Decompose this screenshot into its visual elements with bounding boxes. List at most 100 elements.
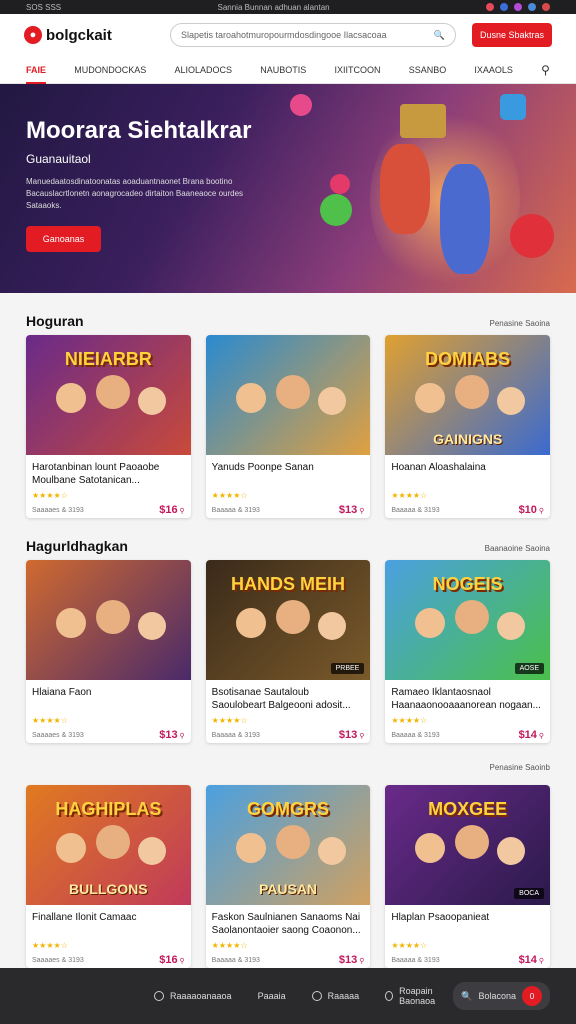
- cart-icon[interactable]: ⚲: [359, 958, 364, 965]
- card-body: Ramaeo Iklantaosnaol Haanaaonooaaanorean…: [385, 680, 550, 743]
- cart-icon[interactable]: ⚲: [180, 958, 185, 965]
- hero-title: Moorara Siehtalkrar: [26, 117, 252, 144]
- cart-icon[interactable]: ⚲: [539, 733, 544, 740]
- thumbnail-art: [497, 837, 526, 865]
- cart-icon[interactable]: ⚲: [359, 508, 364, 515]
- search-input[interactable]: Slapetis taroahotmuropourmdosdingooe Ila…: [170, 23, 456, 47]
- thumbnail-art: [138, 837, 166, 865]
- chat-button[interactable]: 🔍 Bolacona 0: [453, 982, 550, 1010]
- social-icon[interactable]: [485, 3, 494, 11]
- hero-art: [440, 164, 490, 274]
- card-thumbnail[interactable]: [205, 335, 371, 455]
- card-thumbnail[interactable]: NIEIARBR: [26, 335, 191, 455]
- nav-item[interactable]: NAUBOTIS: [260, 65, 306, 75]
- card-title[interactable]: Harotanbinan lount Paoaobe Moulbane Sato…: [32, 461, 185, 489]
- thumbnail-art: [96, 375, 130, 409]
- card-meta: Saaaaes & 3193 $16 ⚲: [32, 954, 185, 966]
- footer-item[interactable]: Paaaia: [258, 986, 286, 1006]
- nav-item[interactable]: ALIOLADOCS: [174, 65, 232, 75]
- thumbnail-art: [96, 600, 130, 634]
- card-price-group: $13 ⚲: [339, 954, 364, 966]
- cart-icon[interactable]: ⚲: [180, 733, 185, 740]
- card-price: $16: [159, 504, 178, 516]
- hero-text: Moorara Siehtalkrar Guanauitaol Manuedaa…: [26, 117, 266, 253]
- product-card[interactable]: HANDS MEIH PRBEE Bsotisanae Sautaloub Sa…: [205, 560, 371, 743]
- product-card[interactable]: NOGEIS AOSE Ramaeo Iklantaosnaol Haanaao…: [385, 560, 551, 743]
- search-icon[interactable]: ⚲: [541, 63, 550, 77]
- card-thumbnail[interactable]: GOMGRS PAUSAN: [205, 785, 371, 905]
- chat-label: Bolacona: [478, 991, 516, 1001]
- thumbnail-title: NOGEIS: [432, 574, 503, 594]
- card-title[interactable]: Hlaplan Psaoopanieat: [391, 911, 544, 939]
- product-card[interactable]: NIEIARBR Harotanbinan lount Paoaobe Moul…: [26, 335, 191, 518]
- card-thumbnail[interactable]: [26, 560, 191, 680]
- social-icon[interactable]: [527, 3, 536, 11]
- nav-item[interactable]: MUDONDOCKAS: [74, 65, 146, 75]
- card-title[interactable]: Bsotisanae Sautaloub Saoulobeart Balgeoo…: [212, 686, 365, 714]
- cart-icon[interactable]: ⚲: [539, 958, 544, 965]
- product-card[interactable]: Yanuds Poonpe Sanan ★★★★☆ Baaaaa & 3193 …: [205, 335, 371, 518]
- card-thumbnail[interactable]: NOGEIS AOSE: [385, 560, 551, 680]
- card-thumbnail[interactable]: HAGHIPLAS BULLGONS: [26, 785, 191, 905]
- thumbnail-art: [235, 383, 266, 413]
- product-card[interactable]: DOMIABS GAINIGNS Hoanan Aloashalaina ★★★…: [385, 335, 551, 518]
- card-price-group: $13 ⚲: [339, 729, 364, 741]
- footer-item[interactable]: Raaaaa: [311, 986, 359, 1006]
- hero-art: [330, 174, 350, 194]
- rating-stars: ★★★★☆: [391, 716, 428, 725]
- social-icon[interactable]: [541, 3, 550, 11]
- card-price: $14: [518, 954, 537, 966]
- social-icon[interactable]: [499, 3, 508, 11]
- card-title[interactable]: Finallane Ilonit Camaac: [32, 911, 185, 939]
- section-see-all-link[interactable]: Baanaoine Saoina: [485, 544, 550, 553]
- product-card[interactable]: MOXGEE BOCA Hlaplan Psaoopanieat ★★★★☆ B…: [385, 785, 551, 968]
- card-title[interactable]: Hoanan Aloashalaina: [391, 461, 544, 489]
- card-body: Hlaiana Faon ★★★★☆ Saaaaes & 3193 $13 ⚲: [26, 680, 191, 743]
- hero-button[interactable]: Ganoanas: [26, 226, 101, 253]
- thumbnail-art: [415, 383, 446, 413]
- card-body: Hlaplan Psaoopanieat ★★★★☆ Baaaaa & 3193…: [385, 905, 550, 968]
- section-see-all-link[interactable]: Penasine Saoina: [490, 319, 551, 328]
- card-title[interactable]: Ramaeo Iklantaosnaol Haanaaonooaaanorean…: [391, 686, 544, 714]
- thumbnail-title: HAGHIPLAS: [55, 799, 162, 819]
- rating-stars: ★★★★☆: [391, 491, 428, 500]
- social-icon[interactable]: [513, 3, 522, 11]
- card-thumbnail[interactable]: HANDS MEIH PRBEE: [205, 560, 371, 680]
- card-title[interactable]: Faskon Saulnianen Sanaoms Nai Saolanonta…: [212, 911, 365, 939]
- nav-item[interactable]: FAIE: [26, 65, 47, 84]
- footer-item[interactable]: Raaaaoanaaoa: [154, 986, 232, 1006]
- thumbnail-badge: AOSE: [514, 663, 545, 674]
- card-price: $13: [338, 504, 358, 516]
- nav-item[interactable]: IXAAOLS: [474, 65, 513, 75]
- nav-item[interactable]: IXIITCOON: [334, 65, 380, 75]
- card-price-group: $13 ⚲: [159, 729, 184, 741]
- thumbnail-art: [275, 600, 310, 634]
- hero-art: [290, 94, 312, 116]
- card-thumbnail[interactable]: DOMIABS GAINIGNS: [385, 335, 551, 455]
- section-see-all-link[interactable]: Penasine Saoinb: [490, 763, 551, 772]
- thumbnail-art: [138, 387, 166, 415]
- cart-icon[interactable]: ⚲: [180, 508, 185, 515]
- thumbnail-art: [497, 612, 526, 640]
- thumbnail-art: [138, 612, 166, 640]
- card-thumbnail[interactable]: MOXGEE BOCA: [385, 785, 551, 905]
- product-card[interactable]: GOMGRS PAUSAN Faskon Saulnianen Sanaoms …: [205, 785, 371, 968]
- card-title[interactable]: Hlaiana Faon: [32, 686, 185, 714]
- card-meta: Baaaaa & 3193 $13 ⚲: [212, 954, 365, 966]
- signup-button[interactable]: Dusne Sbaktras: [472, 23, 552, 47]
- thumbnail-art: [497, 387, 526, 415]
- product-card[interactable]: Hlaiana Faon ★★★★☆ Saaaaes & 3193 $13 ⚲: [26, 560, 191, 743]
- cart-icon[interactable]: ⚲: [359, 733, 364, 740]
- card-row: Hlaiana Faon ★★★★☆ Saaaaes & 3193 $13 ⚲ …: [26, 560, 551, 743]
- product-section: Hagurldhagkan Baanaoine Saoina Hlaiana F…: [0, 518, 576, 743]
- cart-icon[interactable]: ⚲: [539, 508, 544, 515]
- rating-stars: ★★★★☆: [32, 716, 68, 725]
- logo[interactable]: ● bolgckait: [24, 26, 154, 44]
- product-card[interactable]: HAGHIPLAS BULLGONS Finallane Ilonit Cama…: [26, 785, 191, 968]
- search-icon[interactable]: 🔍: [434, 30, 445, 41]
- footer-item[interactable]: Roapain Baonaoa: [385, 986, 453, 1006]
- card-meta-text: Saaaaes & 3193: [32, 956, 84, 964]
- nav-item[interactable]: SSANBO: [409, 65, 447, 75]
- hero-subtitle: Guanauitaol: [26, 152, 91, 167]
- card-title[interactable]: Yanuds Poonpe Sanan: [212, 461, 365, 489]
